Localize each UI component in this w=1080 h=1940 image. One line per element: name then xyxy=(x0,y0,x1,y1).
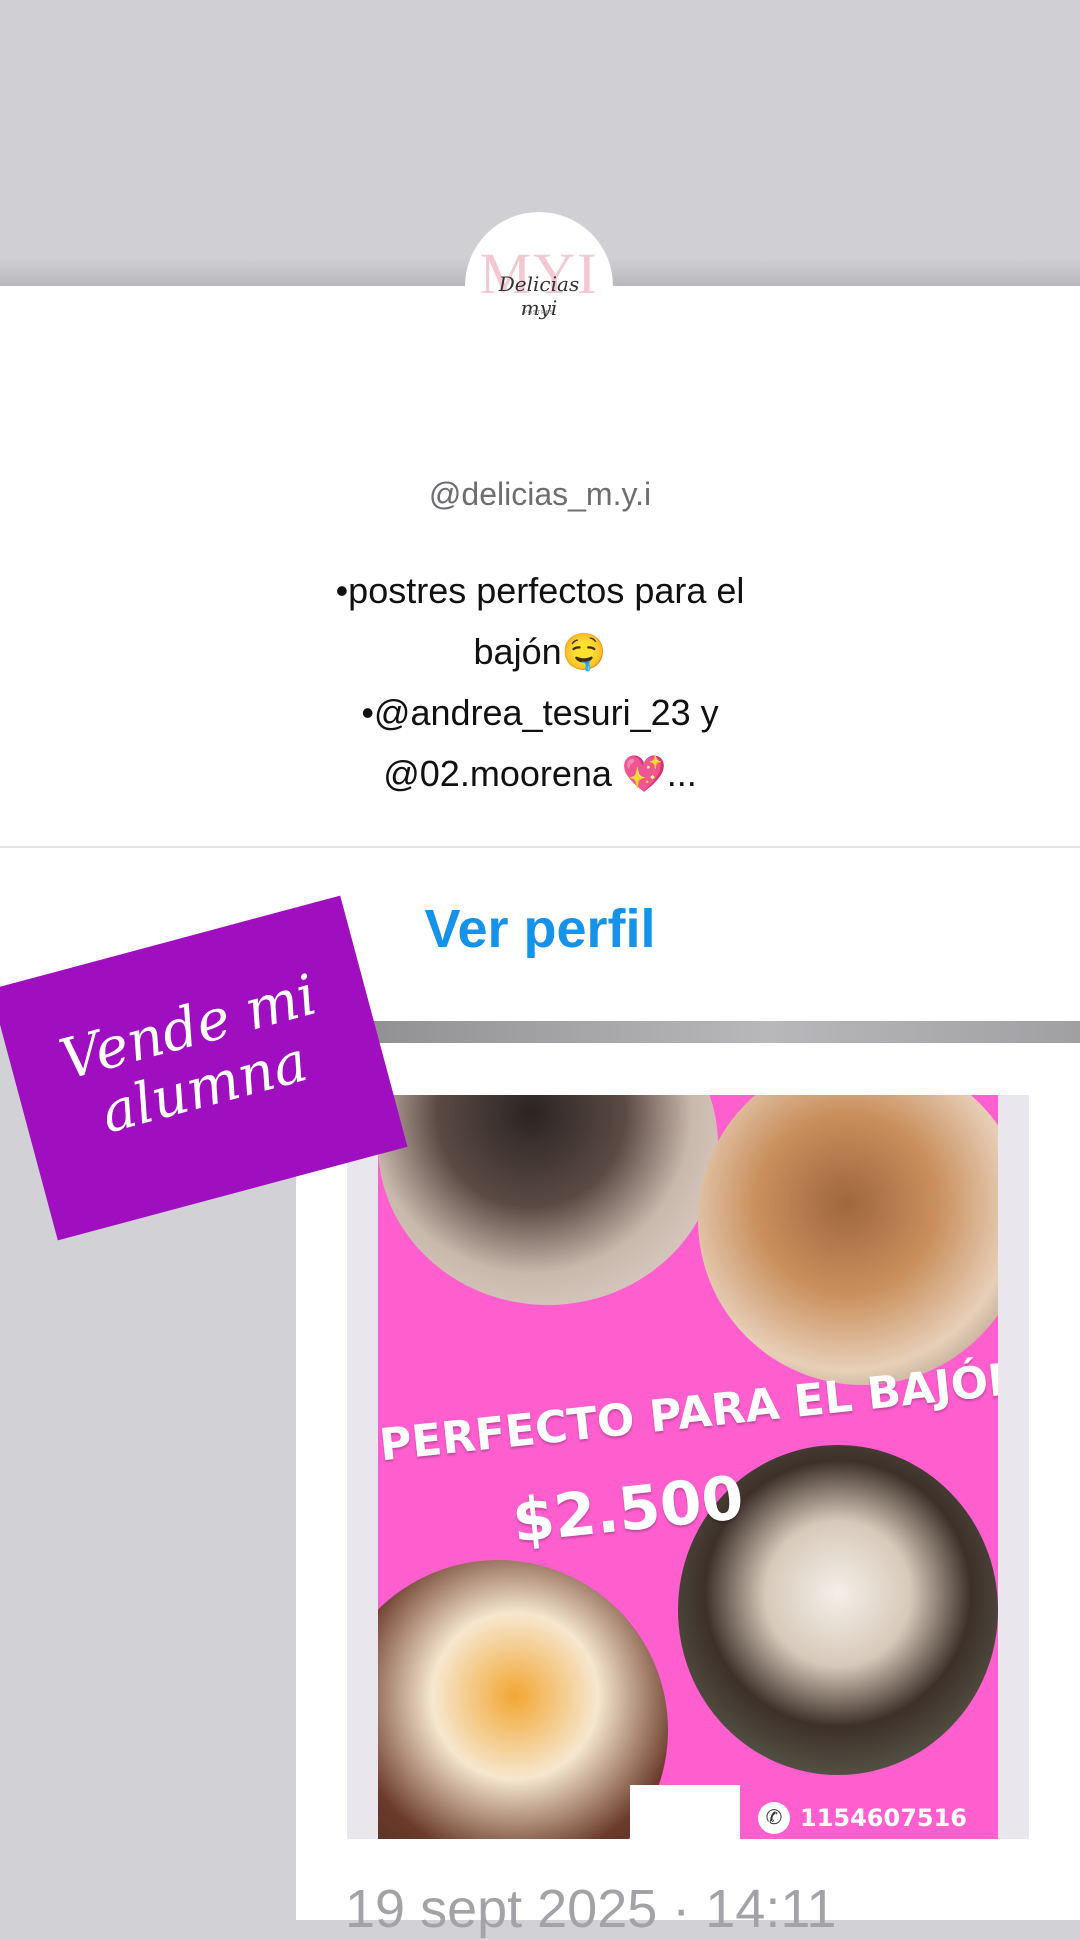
bio-line[interactable]: •@andrea_tesuri_23 y xyxy=(290,682,790,743)
dessert-photo-peach xyxy=(378,1560,668,1839)
flyer-slogan: PERFECTO PARA EL BAJÓN🤤 xyxy=(378,1347,998,1472)
profile-handle[interactable]: @delicias_m.y.i xyxy=(0,476,1080,513)
avatar-logo-caption: POSTRES xyxy=(524,310,554,316)
post-flyer-image[interactable]: PERFECTO PARA EL BAJÓN🤤 $2.500 ✆ 1154607… xyxy=(378,1095,998,1839)
dessert-photo-oreo xyxy=(378,1095,718,1305)
dessert-photo-cocoa xyxy=(698,1095,998,1385)
post-top-shadow xyxy=(300,1021,1080,1043)
whatsapp-icon: ✆ xyxy=(758,1802,790,1834)
bio-line: bajón🤤 xyxy=(473,631,607,672)
flyer-logo-box xyxy=(630,1785,740,1839)
profile-bio: •postres perfectos para el bajón🤤 •@andr… xyxy=(290,560,790,804)
bio-line: •postres perfectos para el xyxy=(335,570,745,611)
bio-line[interactable]: @02.moorena 💖... xyxy=(290,743,790,804)
profile-avatar[interactable]: MYI Delicias myi POSTRES xyxy=(465,212,613,360)
sticker-text: Vende mi alumna xyxy=(6,952,388,1165)
card-divider xyxy=(0,846,1080,848)
post-date: 19 sept 2025 · 14:11 xyxy=(345,1879,837,1939)
flyer-contact: ✆ 1154607516 xyxy=(758,1800,988,1836)
flyer-phone: 1154607516 xyxy=(800,1804,967,1832)
